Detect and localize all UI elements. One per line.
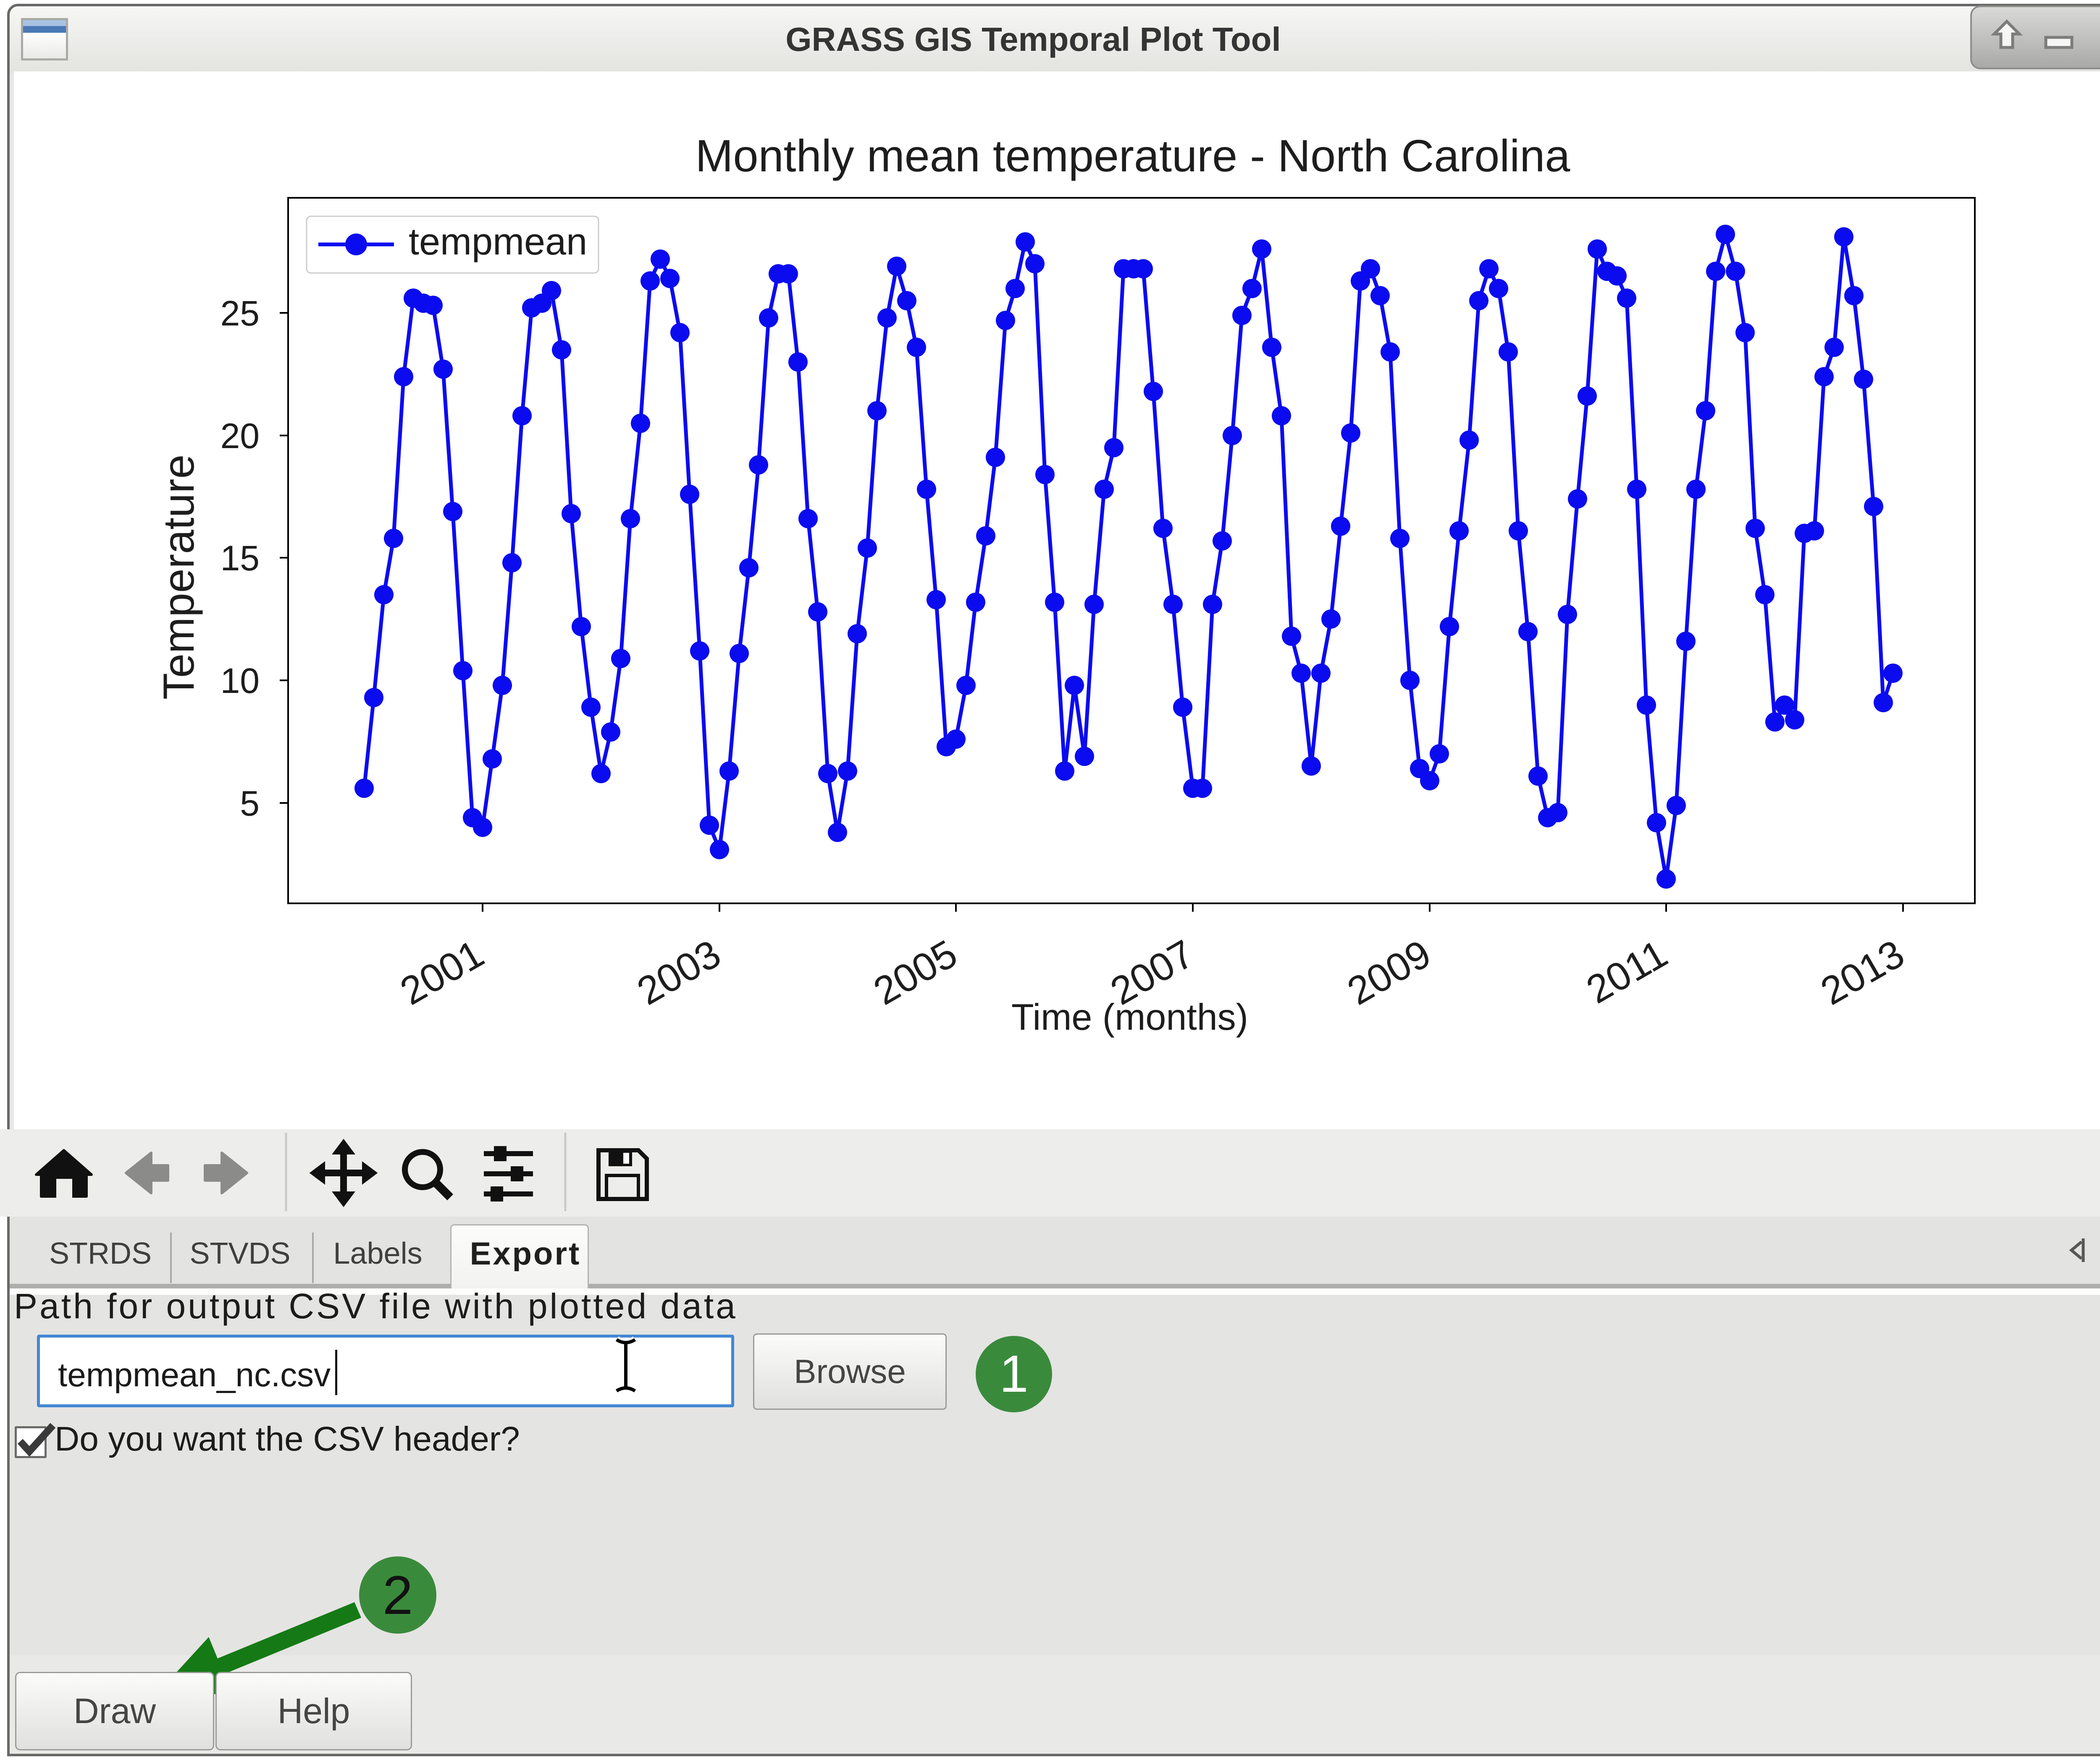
svg-text:15: 15 (220, 538, 260, 578)
svg-text:Temperature: Temperature (155, 454, 203, 700)
svg-text:25: 25 (220, 294, 260, 333)
svg-text:5: 5 (240, 784, 260, 823)
svg-text:tempmean: tempmean (409, 221, 587, 263)
svg-text:20: 20 (220, 416, 260, 456)
svg-text:Time (months): Time (months) (1011, 996, 1248, 1038)
svg-text:Monthly mean temperature - Nor: Monthly mean temperature - North Carolin… (696, 130, 1571, 181)
svg-text:10: 10 (220, 661, 260, 700)
